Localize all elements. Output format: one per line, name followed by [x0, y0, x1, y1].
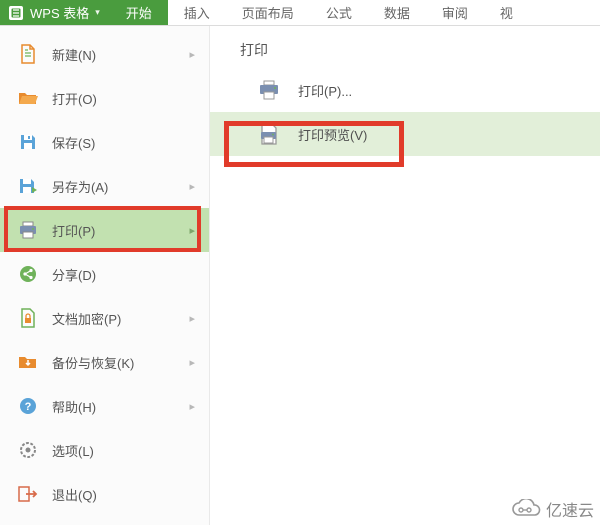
sidebar-item-backup[interactable]: 备份与恢复(K) ▸ [0, 340, 209, 384]
chevron-right-icon: ▸ [189, 224, 201, 237]
sidebar-item-label: 打印(P) [52, 221, 189, 240]
chevron-right-icon: ▸ [189, 312, 201, 325]
panel-item-label: 打印(P)... [298, 81, 352, 100]
sidebar-item-label: 选项(L) [52, 441, 201, 460]
sidebar-item-label: 文档加密(P) [52, 309, 189, 328]
app-badge[interactable]: WPS 表格 ▾ [0, 0, 110, 25]
app-dropdown-icon: ▾ [95, 7, 100, 18]
sidebar-item-print[interactable]: 打印(P) ▸ [0, 208, 209, 252]
chevron-right-icon: ▸ [189, 400, 201, 413]
tab-start[interactable]: 开始 [110, 0, 168, 25]
folder-open-icon [18, 88, 38, 108]
file-new-icon [18, 44, 38, 64]
app-logo-icon [8, 5, 24, 21]
print-icon [18, 220, 38, 240]
tab-view[interactable]: 视 [484, 0, 529, 25]
gear-icon [18, 440, 38, 460]
sidebar-item-label: 打开(O) [52, 89, 201, 108]
help-icon: ? [18, 396, 38, 416]
panel-title: 打印 [240, 40, 600, 60]
backup-icon [18, 352, 38, 372]
sidebar-item-share[interactable]: 分享(D) [0, 252, 209, 296]
tab-review[interactable]: 审阅 [426, 0, 484, 25]
sidebar-item-label: 帮助(H) [52, 397, 189, 416]
sidebar-item-encrypt[interactable]: 文档加密(P) ▸ [0, 296, 209, 340]
print-icon [258, 79, 280, 101]
exit-icon [18, 484, 38, 504]
sidebar-item-label: 保存(S) [52, 133, 201, 152]
sidebar-item-save[interactable]: 保存(S) [0, 120, 209, 164]
svg-text:?: ? [25, 401, 32, 413]
chevron-right-icon: ▸ [189, 48, 201, 61]
tab-insert[interactable]: 插入 [168, 0, 226, 25]
watermark-text: 亿速云 [546, 497, 594, 521]
print-preview-icon [258, 123, 280, 145]
panel-item-print[interactable]: 打印(P)... [240, 68, 600, 112]
app-name: WPS 表格 [30, 3, 89, 22]
tab-page-layout[interactable]: 页面布局 [226, 0, 310, 25]
sidebar-item-label: 新建(N) [52, 45, 189, 64]
save-icon [18, 132, 38, 152]
watermark: 亿速云 [510, 497, 594, 521]
sidebar-item-save-as[interactable]: 另存为(A) ▸ [0, 164, 209, 208]
file-menu-sidebar: 新建(N) ▸ 打开(O) 保存(S) 另存为(A) ▸ [0, 26, 210, 525]
tab-data[interactable]: 数据 [368, 0, 426, 25]
sidebar-item-label: 另存为(A) [52, 177, 189, 196]
content-area: 新建(N) ▸ 打开(O) 保存(S) 另存为(A) ▸ [0, 26, 600, 525]
sidebar-item-help[interactable]: ? 帮助(H) ▸ [0, 384, 209, 428]
sidebar-item-label: 分享(D) [52, 265, 201, 284]
sidebar-item-options[interactable]: 选项(L) [0, 428, 209, 472]
sidebar-item-open[interactable]: 打开(O) [0, 76, 209, 120]
sidebar-item-label: 备份与恢复(K) [52, 353, 189, 372]
panel-item-label: 打印预览(V) [298, 125, 367, 144]
tab-formula[interactable]: 公式 [310, 0, 368, 25]
cloud-icon [510, 499, 542, 519]
sidebar-item-new[interactable]: 新建(N) ▸ [0, 32, 209, 76]
top-bar: WPS 表格 ▾ 开始 插入 页面布局 公式 数据 审阅 视 [0, 0, 600, 26]
sidebar-item-label: 退出(Q) [52, 485, 201, 504]
share-icon [18, 264, 38, 284]
sidebar-item-exit[interactable]: 退出(Q) [0, 472, 209, 516]
submenu-panel: 打印 打印(P)... 打印预览(V) [210, 26, 600, 525]
encrypt-icon [18, 308, 38, 328]
chevron-right-icon: ▸ [189, 180, 201, 193]
save-as-icon [18, 176, 38, 196]
chevron-right-icon: ▸ [189, 356, 201, 369]
panel-item-print-preview[interactable]: 打印预览(V) [210, 112, 600, 156]
